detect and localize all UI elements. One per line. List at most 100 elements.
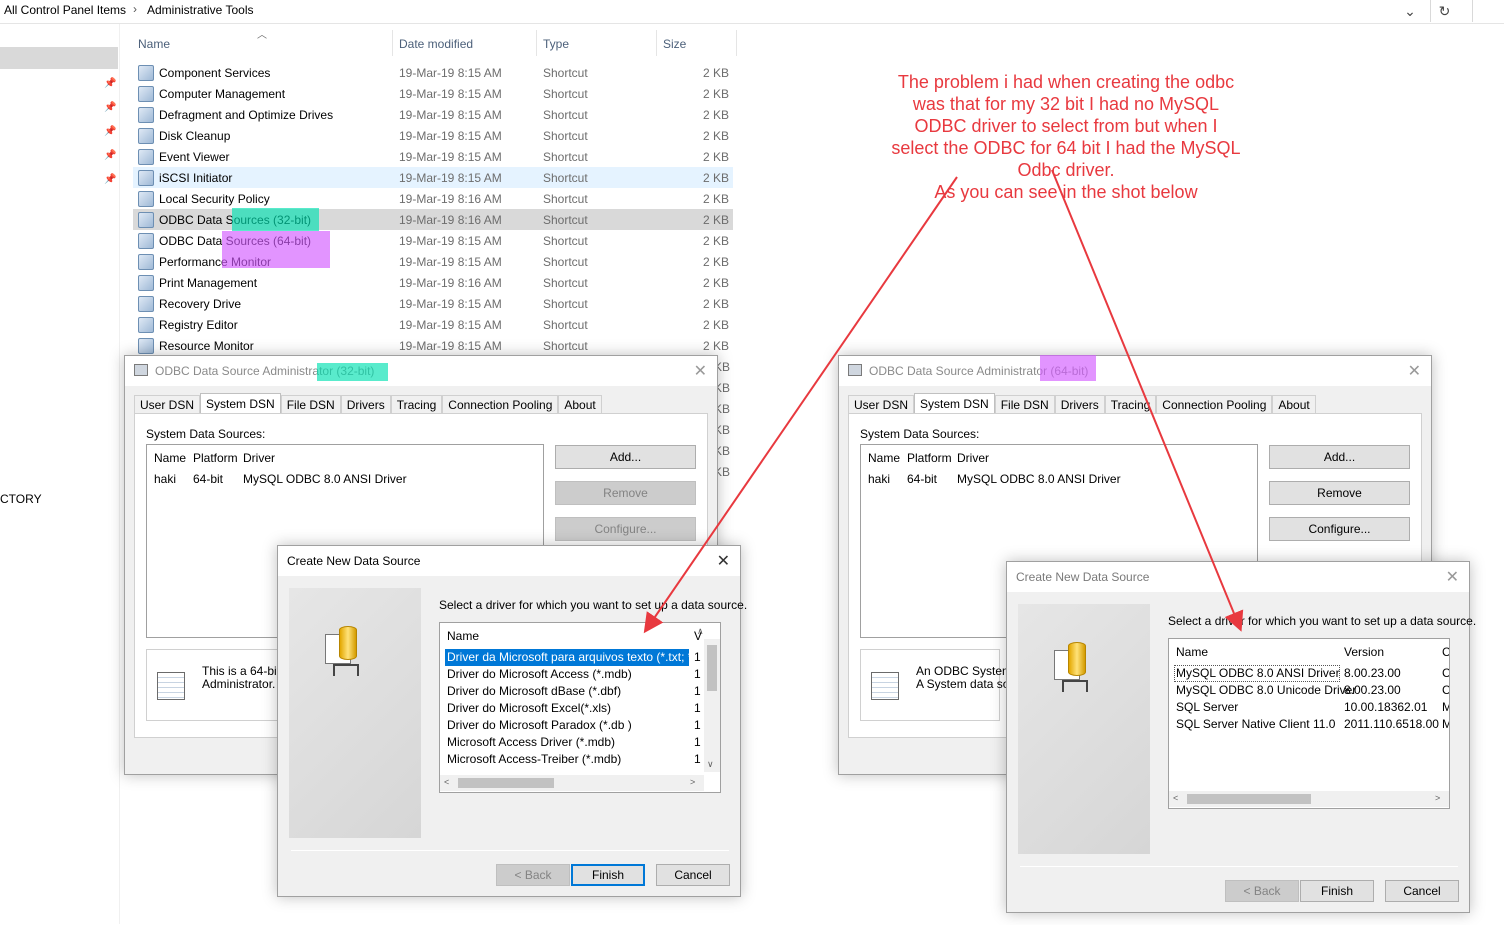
pin-icon[interactable]: 📌 xyxy=(104,150,116,161)
tab-tracing[interactable]: Tracing xyxy=(390,395,443,414)
list-header-name[interactable]: Name xyxy=(154,451,186,465)
driver-version[interactable]: 1 xyxy=(694,650,701,664)
driver-list[interactable]: Name V ∧ Driver da Microsoft para arquiv… xyxy=(439,622,721,793)
file-row[interactable]: Defragment and Optimize Drives 19-Mar-19 … xyxy=(133,104,733,125)
driver-name[interactable]: Microsoft Access-Treiber (*.mdb) xyxy=(447,752,621,766)
file-row[interactable]: Event Viewer 19-Mar-19 8:15 AM Shortcut 2 K… xyxy=(133,146,733,167)
add-button[interactable]: Add... xyxy=(1269,445,1410,469)
file-row[interactable]: Print Management 19-Mar-19 8:16 AM Shortcu… xyxy=(133,272,733,293)
scroll-right-icon[interactable]: > xyxy=(690,777,695,787)
title-bar[interactable]: ODBC Data Source Administrator (32-bit) … xyxy=(125,356,717,386)
scroll-right-icon[interactable]: > xyxy=(1435,793,1440,803)
scroll-up-icon[interactable]: ∧ xyxy=(697,626,704,637)
file-row[interactable]: ODBC Data Sources (32-bit)19-Mar-19 8:16… xyxy=(133,209,733,230)
driver-version[interactable]: 10.00.18362.01 xyxy=(1344,700,1427,714)
scroll-left-icon[interactable]: < xyxy=(1173,793,1178,803)
tab-system-dsn[interactable]: System DSN xyxy=(914,393,995,414)
address-history-chevron-icon[interactable]: ⌄ xyxy=(1396,0,1424,22)
driver-name[interactable]: Driver do Microsoft Paradox (*.db ) xyxy=(447,718,632,732)
driver-version[interactable]: 1 xyxy=(694,752,701,766)
tab-file-dsn[interactable]: File DSN xyxy=(994,395,1055,414)
column-header-date[interactable]: Date modified xyxy=(399,37,473,51)
driver-name[interactable]: MySQL ODBC 8.0 Unicode Driver xyxy=(1176,683,1356,697)
remove-button[interactable]: Remove xyxy=(1269,481,1410,505)
tab-drivers[interactable]: Drivers xyxy=(1054,395,1105,414)
title-bar[interactable]: Create New Data Source ✕ xyxy=(1007,562,1469,592)
scroll-left-icon[interactable]: < xyxy=(444,777,449,787)
list-header-name[interactable]: Name xyxy=(868,451,900,465)
address-bar[interactable]: All Control Panel Items › Administrative… xyxy=(0,0,1504,24)
close-icon[interactable]: ✕ xyxy=(1446,567,1459,587)
back-button[interactable]: < Back xyxy=(496,864,570,886)
driver-version[interactable]: 8.00.23.00 xyxy=(1344,683,1401,697)
driver-name[interactable]: Driver da Microsoft para arquivos texto … xyxy=(447,650,718,664)
driver-company[interactable]: M xyxy=(1442,717,1449,731)
tab-connection-pooling[interactable]: Connection Pooling xyxy=(1156,395,1273,414)
refresh-icon[interactable]: ↻ xyxy=(1430,0,1458,22)
file-row[interactable]: Registry Editor 19-Mar-19 8:15 AM Shortcut… xyxy=(133,314,733,335)
list-header-name[interactable]: Name xyxy=(1176,645,1208,659)
create-data-source-32-window[interactable]: Create New Data Source ✕ Select a driver… xyxy=(277,545,747,897)
close-icon[interactable]: ✕ xyxy=(694,361,707,381)
driver-version[interactable]: 1 xyxy=(694,684,701,698)
dsn-driver-cell[interactable]: MySQL ODBC 8.0 ANSI Driver xyxy=(243,472,407,486)
dsn-name-cell[interactable]: haki xyxy=(868,472,890,486)
column-header-type[interactable]: Type xyxy=(543,37,569,51)
title-bar[interactable]: Create New Data Source ✕ xyxy=(278,546,740,576)
list-header-version[interactable]: Version xyxy=(1344,645,1384,659)
driver-company[interactable]: C xyxy=(1442,666,1449,680)
close-icon[interactable]: ✕ xyxy=(717,551,730,571)
file-row[interactable]: Resource Monitor 19-Mar-19 8:15 AM Shortcu… xyxy=(133,335,733,356)
list-header-platform[interactable]: Platform xyxy=(907,451,952,465)
column-divider[interactable] xyxy=(736,30,737,56)
driver-list[interactable]: Name Version C MySQL ODBC 8.0 ANSI Drive… xyxy=(1168,638,1450,809)
driver-name[interactable]: SQL Server Native Client 11.0 xyxy=(1176,717,1335,731)
tab-strip[interactable]: User DSN System DSN File DSN Drivers Tra… xyxy=(134,393,602,414)
tab-strip[interactable]: User DSN System DSN File DSN Drivers Tra… xyxy=(848,393,1316,414)
driver-version[interactable]: 1 xyxy=(694,718,701,732)
nav-selected-item[interactable] xyxy=(0,47,118,69)
dsn-driver-cell[interactable]: MySQL ODBC 8.0 ANSI Driver xyxy=(957,472,1121,486)
driver-version[interactable]: 1 xyxy=(694,667,701,681)
driver-name[interactable]: Microsoft Access Driver (*.mdb) xyxy=(447,735,615,749)
cancel-button[interactable]: Cancel xyxy=(1385,880,1459,902)
dsn-platform-cell[interactable]: 64-bit xyxy=(907,472,937,486)
breadcrumb-chevron-icon[interactable]: › xyxy=(133,2,137,16)
pin-icon[interactable]: 📌 xyxy=(104,78,116,89)
search-box-edge[interactable] xyxy=(1472,0,1504,22)
file-row[interactable]: Computer Management 19-Mar-19 8:15 AM Shor… xyxy=(133,83,733,104)
driver-name[interactable]: MySQL ODBC 8.0 ANSI Driver xyxy=(1176,666,1340,680)
column-header-size[interactable]: Size xyxy=(663,37,686,51)
file-row[interactable]: iSCSI Initiator 19-Mar-19 8:15 AM Shortcut… xyxy=(133,167,733,188)
driver-company[interactable]: C xyxy=(1442,683,1449,697)
list-header-driver[interactable]: Driver xyxy=(957,451,989,465)
tab-drivers[interactable]: Drivers xyxy=(340,395,391,414)
driver-version[interactable]: 1 xyxy=(694,701,701,715)
remove-button[interactable]: Remove xyxy=(555,481,696,505)
add-button[interactable]: Add... xyxy=(555,445,696,469)
pin-icon[interactable]: 📌 xyxy=(104,102,116,113)
column-divider[interactable] xyxy=(392,30,393,56)
close-icon[interactable]: ✕ xyxy=(1408,361,1421,381)
dsn-name-cell[interactable]: haki xyxy=(154,472,176,486)
scroll-down-icon[interactable]: ∨ xyxy=(707,759,714,770)
cancel-button[interactable]: Cancel xyxy=(656,864,730,886)
breadcrumb-administrative-tools[interactable]: Administrative Tools xyxy=(147,3,254,17)
column-header-name[interactable]: Name xyxy=(138,37,170,51)
tab-user-dsn[interactable]: User DSN xyxy=(848,395,915,414)
driver-version[interactable]: 2011.110.6518.00 xyxy=(1344,717,1439,731)
list-header-platform[interactable]: Platform xyxy=(193,451,238,465)
nav-item-partial[interactable]: CTORY xyxy=(0,492,42,506)
driver-company[interactable]: M xyxy=(1442,700,1449,714)
pin-icon[interactable]: 📌 xyxy=(104,174,116,185)
horizontal-scrollbar[interactable]: < > xyxy=(440,775,704,791)
column-divider[interactable] xyxy=(536,30,537,56)
back-button[interactable]: < Back xyxy=(1225,880,1299,902)
list-header-company[interactable]: C xyxy=(1442,645,1449,659)
vertical-scrollbar[interactable]: ∨ xyxy=(704,639,720,772)
list-header-name[interactable]: Name xyxy=(447,629,479,643)
configure-button[interactable]: Configure... xyxy=(1269,517,1410,541)
driver-version[interactable]: 1 xyxy=(694,735,701,749)
dsn-platform-cell[interactable]: 64-bit xyxy=(193,472,223,486)
file-row[interactable]: Component Services 19-Mar-19 8:15 AM Short… xyxy=(133,62,733,83)
